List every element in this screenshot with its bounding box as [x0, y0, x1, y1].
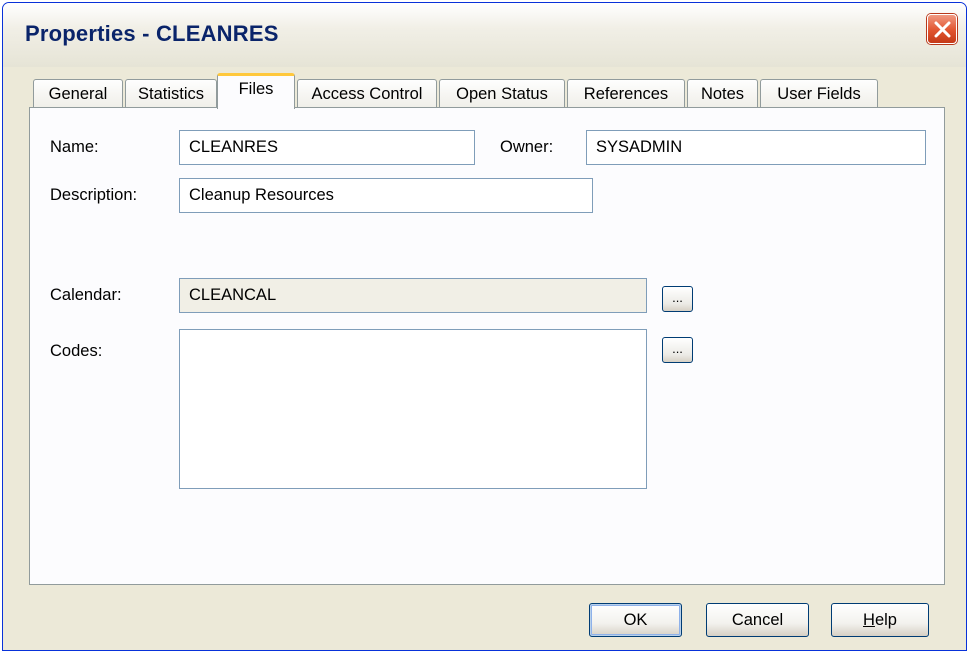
tab-general[interactable]: General — [33, 79, 123, 107]
properties-dialog: Properties - CLEANRES General Statistics… — [2, 2, 967, 651]
help-button[interactable]: Help — [831, 603, 929, 637]
description-field[interactable]: Cleanup Resources — [179, 178, 593, 213]
codes-label: Codes: — [50, 342, 103, 360]
ok-button[interactable]: OK — [589, 603, 682, 637]
calendar-browse-button[interactable]: ... — [662, 286, 693, 312]
window-title: Properties - CLEANRES — [25, 21, 279, 46]
tab-references[interactable]: References — [567, 79, 685, 107]
tab-open-status[interactable]: Open Status — [439, 79, 565, 107]
tab-notes[interactable]: Notes — [687, 79, 758, 107]
help-label-rest: elp — [874, 611, 897, 629]
title-bar[interactable]: Properties - CLEANRES — [3, 3, 966, 67]
tab-access-control[interactable]: Access Control — [297, 79, 437, 107]
tab-panel-files: Name: CLEANRES Owner: SYSADMIN Descripti… — [29, 107, 945, 585]
name-label: Name: — [50, 138, 99, 156]
close-icon — [934, 21, 951, 38]
tab-files[interactable]: Files — [217, 73, 295, 109]
codes-list[interactable] — [179, 329, 647, 489]
codes-browse-button[interactable]: ... — [662, 337, 693, 363]
tab-statistics[interactable]: Statistics — [125, 79, 217, 107]
calendar-field[interactable]: CLEANCAL — [179, 278, 647, 313]
tab-user-fields[interactable]: User Fields — [760, 79, 878, 107]
help-mnemonic: H — [863, 611, 875, 629]
close-button[interactable] — [927, 14, 957, 44]
name-field[interactable]: CLEANRES — [179, 130, 475, 165]
description-label: Description: — [50, 186, 138, 204]
owner-label: Owner: — [500, 138, 554, 156]
owner-field[interactable]: SYSADMIN — [586, 130, 926, 165]
cancel-button[interactable]: Cancel — [706, 603, 809, 637]
calendar-label: Calendar: — [50, 286, 122, 304]
